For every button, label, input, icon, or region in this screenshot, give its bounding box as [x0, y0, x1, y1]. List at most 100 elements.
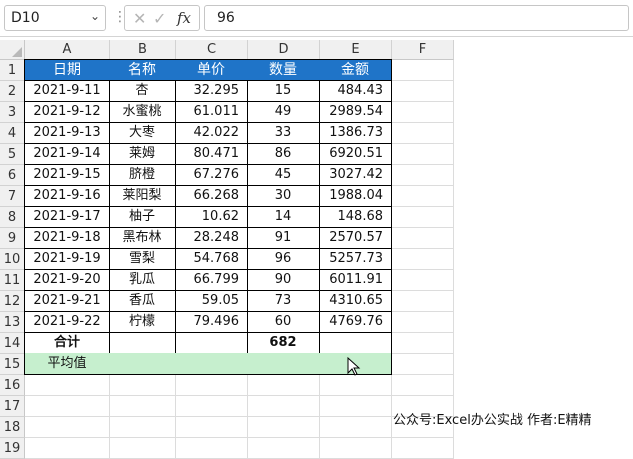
table-data-cell[interactable]: 54.768: [175, 248, 248, 270]
table-data-cell[interactable]: 2021-9-22: [24, 311, 110, 333]
confirm-icon[interactable]: ✓: [153, 9, 166, 28]
table-data-cell[interactable]: 148.68: [319, 206, 392, 228]
table-data-cell[interactable]: 脐橙: [109, 164, 176, 186]
cell[interactable]: [392, 207, 454, 228]
row-header-5[interactable]: 5: [0, 144, 25, 165]
table-data-cell[interactable]: 水蜜桃: [109, 101, 176, 123]
table-data-cell[interactable]: 59.05: [175, 290, 248, 312]
cell[interactable]: [248, 417, 320, 438]
cell[interactable]: [392, 354, 454, 375]
table-data-cell[interactable]: 2021-9-19: [24, 248, 110, 270]
table-data-cell[interactable]: 60: [247, 311, 320, 333]
cell[interactable]: [110, 375, 176, 396]
total-quantity[interactable]: 682: [247, 332, 320, 354]
table-data-cell[interactable]: 2021-9-21: [24, 290, 110, 312]
table-data-cell[interactable]: 4310.65: [319, 290, 392, 312]
cell[interactable]: [320, 375, 392, 396]
cell[interactable]: [176, 417, 248, 438]
table-data-cell[interactable]: 15: [247, 80, 320, 102]
row-header-10[interactable]: 10: [0, 249, 25, 270]
table-data-cell[interactable]: 14: [247, 206, 320, 228]
table-data-cell[interactable]: 484.43: [319, 80, 392, 102]
table-data-cell[interactable]: 2021-9-18: [24, 227, 110, 249]
table-data-cell[interactable]: 乳瓜: [109, 269, 176, 291]
row-header-14[interactable]: 14: [0, 333, 25, 354]
table-data-cell[interactable]: 2021-9-14: [24, 143, 110, 165]
select-all-corner[interactable]: [0, 40, 25, 60]
table-data-cell[interactable]: 96: [247, 248, 320, 270]
table-data-cell[interactable]: 2021-9-15: [24, 164, 110, 186]
cell[interactable]: [392, 228, 454, 249]
average-label[interactable]: 平均值: [24, 353, 110, 375]
table-header-cell[interactable]: 数量: [247, 59, 320, 81]
row-header-9[interactable]: 9: [0, 228, 25, 249]
cell[interactable]: [392, 333, 454, 354]
row-header-12[interactable]: 12: [0, 291, 25, 312]
row-header-7[interactable]: 7: [0, 186, 25, 207]
total-cell[interactable]: [319, 332, 392, 354]
table-data-cell[interactable]: 1988.04: [319, 185, 392, 207]
table-data-cell[interactable]: 73: [247, 290, 320, 312]
insert-function-icon[interactable]: fx: [177, 9, 191, 27]
table-data-cell[interactable]: 柠檬: [109, 311, 176, 333]
table-data-cell[interactable]: 86: [247, 143, 320, 165]
row-header-4[interactable]: 4: [0, 123, 25, 144]
row-header-17[interactable]: 17: [0, 396, 25, 417]
table-data-cell[interactable]: 莱阳梨: [109, 185, 176, 207]
row-header-6[interactable]: 6: [0, 165, 25, 186]
table-data-cell[interactable]: 5257.73: [319, 248, 392, 270]
table-data-cell[interactable]: 2570.57: [319, 227, 392, 249]
row-header-13[interactable]: 13: [0, 312, 25, 333]
table-data-cell[interactable]: 黑布林: [109, 227, 176, 249]
total-cell[interactable]: [175, 332, 248, 354]
row-header-11[interactable]: 11: [0, 270, 25, 291]
cell[interactable]: [392, 81, 454, 102]
table-data-cell[interactable]: 32.295: [175, 80, 248, 102]
cell[interactable]: [392, 249, 454, 270]
row-header-2[interactable]: 2: [0, 81, 25, 102]
cell[interactable]: [25, 396, 110, 417]
cell[interactable]: [320, 417, 392, 438]
table-data-cell[interactable]: 45: [247, 164, 320, 186]
cell[interactable]: [392, 123, 454, 144]
cell[interactable]: [320, 396, 392, 417]
table-data-cell[interactable]: 67.276: [175, 164, 248, 186]
table-data-cell[interactable]: 28.248: [175, 227, 248, 249]
table-header-cell[interactable]: 金额: [319, 59, 392, 81]
column-header-b[interactable]: B: [110, 40, 176, 60]
row-header-3[interactable]: 3: [0, 102, 25, 123]
table-data-cell[interactable]: 79.496: [175, 311, 248, 333]
total-cell[interactable]: [109, 332, 176, 354]
table-data-cell[interactable]: 2989.54: [319, 101, 392, 123]
table-data-cell[interactable]: 大枣: [109, 122, 176, 144]
table-data-cell[interactable]: 2021-9-11: [24, 80, 110, 102]
cell[interactable]: [248, 375, 320, 396]
table-data-cell[interactable]: 61.011: [175, 101, 248, 123]
table-data-cell[interactable]: 香瓜: [109, 290, 176, 312]
column-header-a[interactable]: A: [25, 40, 110, 60]
cell[interactable]: [392, 375, 454, 396]
table-data-cell[interactable]: 91: [247, 227, 320, 249]
chevron-down-icon[interactable]: ⌄: [90, 9, 100, 23]
cell[interactable]: [176, 396, 248, 417]
table-data-cell[interactable]: 2021-9-13: [24, 122, 110, 144]
table-data-cell[interactable]: 2021-9-16: [24, 185, 110, 207]
average-cell[interactable]: [175, 353, 248, 375]
average-cell[interactable]: [109, 353, 176, 375]
table-data-cell[interactable]: 1386.73: [319, 122, 392, 144]
cell[interactable]: [392, 291, 454, 312]
table-data-cell[interactable]: 6011.91: [319, 269, 392, 291]
table-data-cell[interactable]: 30: [247, 185, 320, 207]
column-header-f[interactable]: F: [392, 40, 454, 60]
cancel-icon[interactable]: ✕: [133, 9, 146, 28]
table-data-cell[interactable]: 3027.42: [319, 164, 392, 186]
cell[interactable]: [25, 375, 110, 396]
cell[interactable]: [392, 165, 454, 186]
cell[interactable]: [176, 375, 248, 396]
cell[interactable]: [248, 396, 320, 417]
table-data-cell[interactable]: 49: [247, 101, 320, 123]
row-header-1[interactable]: 1: [0, 60, 25, 81]
table-data-cell[interactable]: 4769.76: [319, 311, 392, 333]
table-data-cell[interactable]: 90: [247, 269, 320, 291]
table-data-cell[interactable]: 80.471: [175, 143, 248, 165]
